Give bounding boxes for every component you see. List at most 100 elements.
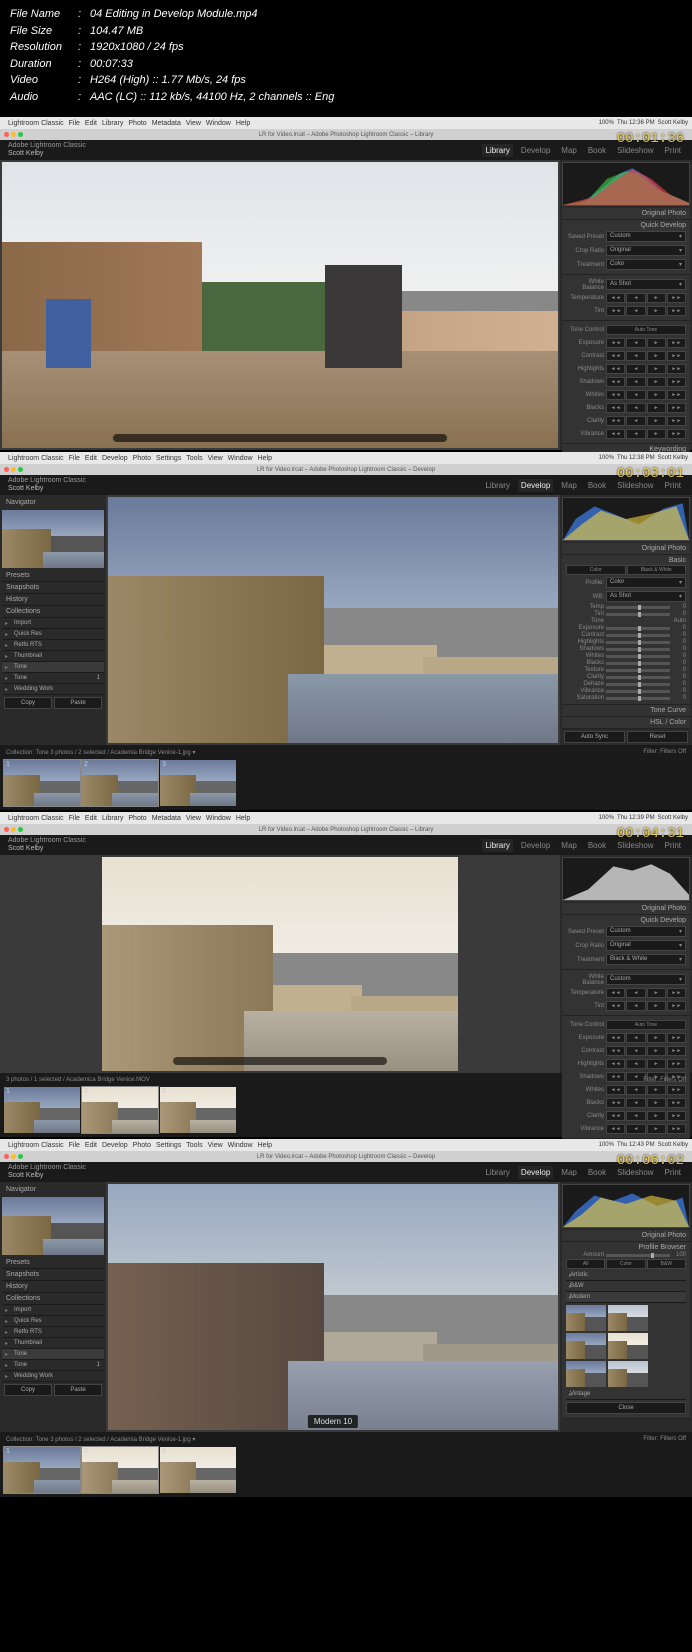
filmstrip-thumb[interactable]: 3 (160, 760, 236, 806)
profile-thumb[interactable] (566, 1333, 606, 1359)
collection-item[interactable]: Import (2, 618, 104, 629)
main-photo-view[interactable] (106, 495, 560, 745)
navigator-thumb[interactable] (2, 510, 104, 568)
highlights-slider[interactable] (606, 641, 670, 644)
filmstrip-thumb[interactable]: 1 (4, 1087, 80, 1133)
main-photo-view[interactable] (0, 160, 560, 450)
profile-group[interactable]: Vintage (566, 1389, 686, 1400)
reset-button[interactable]: Reset (627, 731, 688, 743)
right-panel: Original Photo Quick Develop Saved Prese… (560, 855, 692, 1073)
module-library[interactable]: Library (482, 479, 512, 492)
profile-thumb[interactable] (608, 1305, 648, 1331)
profile-thumb[interactable] (566, 1305, 606, 1331)
blacks-slider[interactable] (606, 662, 670, 665)
copy-button[interactable]: Copy (4, 697, 52, 709)
profile-group[interactable]: Modern (566, 1292, 686, 1303)
main-photo-view[interactable] (0, 855, 560, 1073)
amount-slider[interactable] (606, 1254, 670, 1257)
close-button[interactable]: Close (566, 1402, 686, 1414)
module-develop[interactable]: Develop (518, 144, 553, 157)
timestamp: 00:06:02 (617, 1153, 684, 1169)
filmstrip-thumb[interactable]: 3 (160, 1087, 236, 1133)
navigator-thumb[interactable] (2, 1197, 104, 1255)
autosync-button[interactable]: Auto Sync (564, 731, 625, 743)
filmstrip: Collection: Tone 3 photos / 2 selected /… (0, 745, 692, 810)
collection-item[interactable]: Tone (2, 662, 104, 673)
mac-menubar[interactable]: Lightroom ClassicFileEditDevelopPhotoSet… (0, 452, 692, 464)
shadows-slider[interactable] (606, 648, 670, 651)
treatment-color[interactable]: Color (566, 565, 626, 575)
mac-menubar[interactable]: Lightroom Classic File Edit Library Phot… (0, 117, 692, 129)
wb-dropdown[interactable]: As Shot (606, 591, 686, 602)
filter-all[interactable]: All (566, 1259, 605, 1269)
zoom-icon[interactable] (18, 132, 23, 137)
menu-window[interactable]: Window (206, 120, 231, 127)
exposure-slider[interactable] (606, 627, 670, 630)
histogram (562, 162, 690, 206)
profile-group[interactable]: Artistic (566, 1270, 686, 1281)
filmstrip-thumb[interactable]: 2 (82, 1087, 158, 1133)
collection-item[interactable]: Retfo RTS (2, 640, 104, 651)
video-playbar[interactable] (173, 1057, 387, 1065)
collections-header[interactable]: Collections (2, 606, 104, 618)
menu-app[interactable]: Lightroom Classic (8, 120, 64, 127)
menu-help[interactable]: Help (236, 120, 250, 127)
mac-menubar[interactable]: Lightroom ClassicFileEditDevelopPhotoSet… (0, 1139, 692, 1151)
contrast-slider[interactable] (606, 634, 670, 637)
treatment-dropdown[interactable]: Color (606, 259, 686, 270)
auto-tone-button[interactable]: Auto Tone (606, 325, 686, 335)
whites-slider[interactable] (606, 655, 670, 658)
profile-thumb[interactable] (566, 1361, 606, 1387)
paste-button[interactable]: Paste (54, 697, 102, 709)
main-photo-view[interactable]: Modern 10 (106, 1182, 560, 1432)
profile-grid (566, 1303, 686, 1389)
histogram (562, 857, 690, 901)
right-panel: Original Photo Quick Develop Saved Prese… (560, 160, 692, 450)
temp-down[interactable]: ◄◄ (606, 293, 625, 303)
menu-library[interactable]: Library (102, 120, 123, 127)
filmstrip-thumb[interactable]: 3 (160, 1447, 236, 1493)
crop-dropdown[interactable]: Original (606, 245, 686, 256)
filmstrip-thumb[interactable]: 2 (82, 760, 158, 806)
module-library[interactable]: Library (482, 144, 512, 157)
lightroom-header: Adobe Lightroom ClassicScott Kelby Libra… (0, 140, 692, 160)
menu-file[interactable]: File (69, 120, 80, 127)
collection-item[interactable]: Quick Res (2, 629, 104, 640)
wb-dropdown[interactable]: As Shot (606, 279, 686, 290)
history-header[interactable]: History (2, 594, 104, 606)
filmstrip: Collection: Tone 3 photos / 2 selected /… (0, 1432, 692, 1497)
left-panel: Navigator Presets Snapshots History Coll… (0, 1182, 106, 1432)
collection-item[interactable]: Tone1 (2, 673, 104, 684)
tint-slider[interactable] (606, 613, 670, 616)
temp-slider[interactable] (606, 606, 670, 609)
profile-dropdown[interactable]: Color (606, 577, 686, 588)
filmstrip-thumb[interactable]: 1 (4, 1447, 80, 1493)
left-panel: Navigator Presets Snapshots History Coll… (0, 495, 106, 745)
collection-item[interactable]: Wedding Work (2, 684, 104, 695)
module-book[interactable]: Book (585, 144, 609, 157)
right-panel: Original Photo Profile Browser Amount100… (560, 1182, 692, 1432)
video-playbar[interactable] (113, 434, 447, 442)
filmstrip-thumb[interactable]: 1 (4, 760, 80, 806)
profile-hover-label: Modern 10 (308, 1415, 358, 1428)
profile-group[interactable]: B&W (566, 1281, 686, 1292)
treatment-bw[interactable]: Black & White (627, 565, 687, 575)
presets-header[interactable]: Presets (2, 570, 104, 582)
preset-dropdown[interactable]: Custom (606, 231, 686, 242)
menu-view[interactable]: View (186, 120, 201, 127)
collection-item[interactable]: Thumbnail (2, 651, 104, 662)
menu-photo[interactable]: Photo (128, 120, 146, 127)
snapshots-header[interactable]: Snapshots (2, 582, 104, 594)
menu-metadata[interactable]: Metadata (152, 120, 181, 127)
minimize-icon[interactable] (11, 132, 16, 137)
mac-menubar[interactable]: Lightroom ClassicFileEditLibraryPhotoMet… (0, 812, 692, 824)
filmstrip-thumb[interactable]: 2 (82, 1447, 158, 1493)
module-develop[interactable]: Develop (518, 479, 553, 492)
profile-thumb[interactable] (608, 1361, 648, 1387)
menu-edit[interactable]: Edit (85, 120, 97, 127)
module-map[interactable]: Map (558, 144, 580, 157)
profile-thumb[interactable] (608, 1333, 648, 1359)
close-icon[interactable] (4, 132, 9, 137)
screenshot-3: 00:04:31 Lightroom ClassicFileEditLibrar… (0, 812, 692, 1137)
histogram (562, 497, 690, 541)
